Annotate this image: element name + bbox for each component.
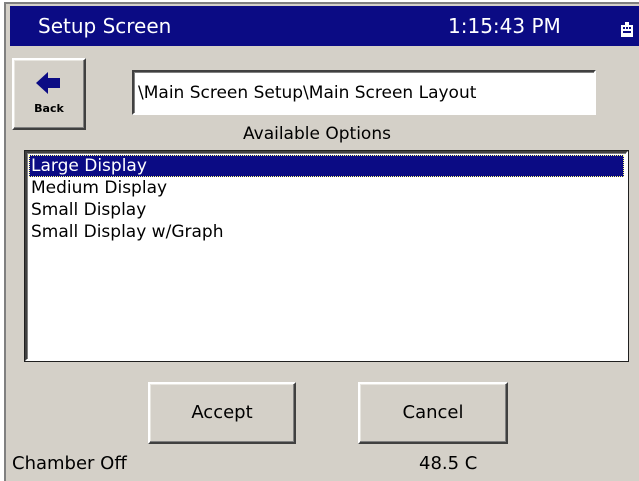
left-arrow-icon: [36, 72, 60, 94]
back-button-label: Back: [34, 102, 64, 115]
keyboard-icon[interactable]: [620, 22, 634, 38]
back-button[interactable]: Back: [12, 58, 86, 130]
temperature-readout: 48.5 C: [419, 453, 478, 474]
list-item-large-display[interactable]: Large Display: [29, 155, 624, 177]
options-listbox[interactable]: Large Display Medium Display Small Displ…: [25, 151, 628, 361]
chamber-status: Chamber Off: [12, 453, 127, 474]
cancel-button[interactable]: Cancel: [358, 382, 508, 444]
setup-screen: Setup Screen 1:15:43 PM Back \Main Scree…: [0, 0, 639, 481]
path-field[interactable]: \Main Screen Setup\Main Screen Layout: [132, 70, 596, 115]
accept-button[interactable]: Accept: [148, 382, 296, 444]
clock-display: 1:15:43 PM: [448, 14, 561, 38]
path-field-value: \Main Screen Setup\Main Screen Layout: [138, 83, 477, 103]
window-title: Setup Screen: [38, 14, 172, 38]
available-options-heading: Available Options: [243, 124, 391, 144]
title-bar: Setup Screen 1:15:43 PM: [10, 6, 639, 46]
list-item-small-display-graph[interactable]: Small Display w/Graph: [29, 221, 624, 243]
list-item-small-display[interactable]: Small Display: [29, 199, 624, 221]
list-item-medium-display[interactable]: Medium Display: [29, 177, 624, 199]
